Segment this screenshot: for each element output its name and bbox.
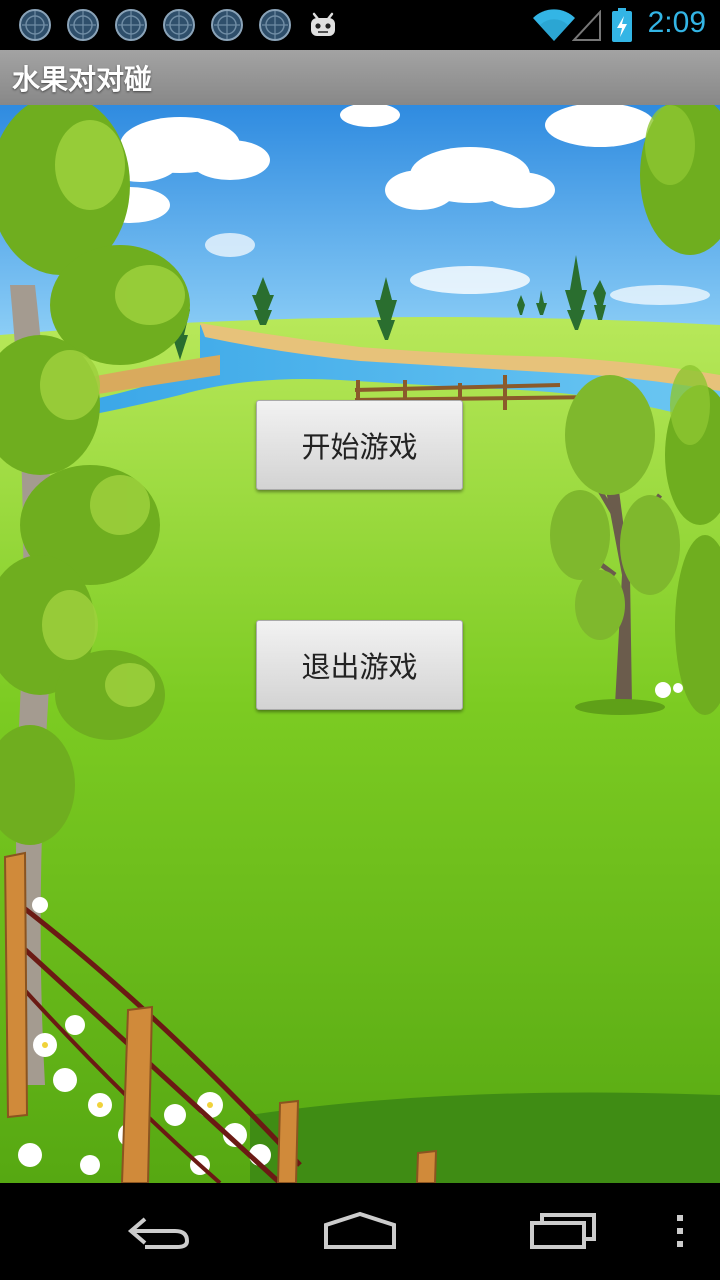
start-game-button[interactable]: 开始游戏	[256, 400, 463, 490]
home-icon	[324, 1211, 396, 1249]
navigation-bar	[0, 1183, 720, 1280]
battery-charging-icon	[612, 8, 632, 42]
wifi-icon	[533, 9, 575, 41]
globe-icon	[19, 9, 51, 41]
clock: 2:09	[647, 6, 706, 39]
exit-game-button[interactable]: 退出游戏	[256, 620, 463, 710]
action-bar: 水果对对碰	[0, 50, 720, 106]
globe-icon	[67, 9, 99, 41]
globe-icon	[259, 9, 291, 41]
overflow-menu-icon	[677, 1215, 683, 1247]
back-icon	[127, 1217, 190, 1249]
status-bar: 2:09	[0, 0, 720, 50]
globe-icon	[163, 9, 195, 41]
game-menu-screen: 开始游戏 退出游戏	[0, 105, 720, 1183]
globe-icon	[115, 9, 147, 41]
android-icon	[311, 12, 335, 36]
back-button[interactable]	[105, 1201, 215, 1261]
globe-icon	[211, 9, 243, 41]
home-button[interactable]	[305, 1201, 415, 1261]
recents-icon	[530, 1213, 596, 1249]
signal-icon	[572, 10, 601, 41]
foreground-grass	[250, 1092, 720, 1183]
overflow-menu-button[interactable]	[640, 1201, 720, 1261]
recents-button[interactable]	[508, 1201, 618, 1261]
app-title: 水果对对碰	[12, 63, 153, 96]
